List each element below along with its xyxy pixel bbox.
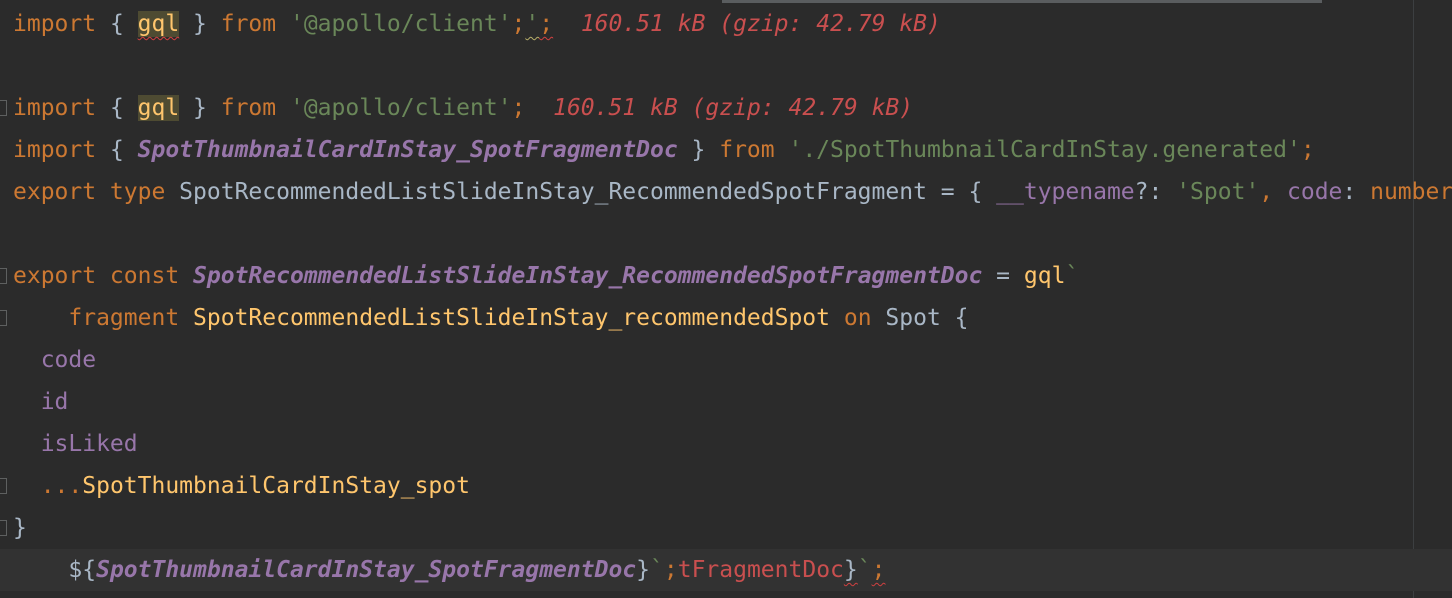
code-token: from [719, 137, 775, 163]
code-token: ; [1300, 137, 1315, 163]
code-token: , [1259, 179, 1274, 205]
code-token: ` [650, 557, 664, 583]
code-token: gql [1023, 263, 1066, 289]
code-token: } [179, 95, 221, 121]
code-token: ${ [13, 557, 97, 583]
code-token: SpotRecommendedListSlideInStay_recommend… [193, 305, 831, 331]
code-token: = [982, 263, 1024, 289]
code-token: ' [525, 11, 540, 37]
code-token: } [677, 137, 720, 163]
code-token: } [13, 515, 27, 541]
code-token: export type [13, 179, 166, 205]
code-line[interactable]: isLiked [0, 423, 1452, 465]
code-token: 'Spot' [1176, 179, 1260, 205]
code-token: ; [871, 557, 886, 583]
code-token: ; [663, 557, 678, 583]
code-token: ; [511, 11, 526, 37]
code-line[interactable]: ${SpotThumbnailCardInStay_SpotFragmentDo… [0, 549, 1452, 591]
code-token: ?: [1134, 179, 1177, 205]
code-token: 160.51 kB (gzip: 42.79 kB) [525, 95, 914, 121]
code-line[interactable]: ...SpotThumbnailCardInStay_spot [0, 465, 1452, 507]
code-token: isLiked [13, 431, 138, 457]
code-token: } [179, 11, 221, 37]
code-token: '@apollo/client' [289, 95, 512, 121]
fold-marker-icon[interactable] [0, 100, 7, 116]
fold-marker-icon[interactable] [0, 268, 7, 284]
code-token: ` [1065, 263, 1080, 289]
code-line[interactable]: } [0, 507, 1452, 549]
code-token: { [96, 11, 138, 37]
code-line[interactable]: import { gql } from '@apollo/client'; 16… [0, 87, 1452, 129]
code-editor[interactable]: import { gql } from '@apollo/client';'; … [0, 3, 1452, 591]
code-token: id [13, 389, 69, 415]
code-token: ... [13, 473, 83, 499]
code-line[interactable] [0, 45, 1452, 87]
code-token: '@apollo/client' [289, 11, 512, 37]
code-token: import [13, 137, 97, 163]
code-token: import [13, 95, 97, 121]
code-token: ; [539, 11, 554, 37]
code-token: __typename [996, 179, 1135, 205]
code-line[interactable]: code [0, 339, 1452, 381]
code-token: on [843, 305, 872, 331]
code-token: } [636, 557, 650, 583]
code-token: SpotThumbnailCardInStay_SpotFragmentDoc [137, 137, 678, 163]
code-token: Spot { [871, 305, 969, 331]
code-token: from [220, 95, 277, 121]
code-token: { [96, 95, 138, 121]
code-token: SpotThumbnailCardInStay_spot [82, 473, 470, 499]
code-token: fragment [13, 305, 180, 331]
code-line[interactable]: export type SpotRecommendedListSlideInSt… [0, 171, 1452, 213]
fold-marker-icon[interactable] [0, 478, 7, 494]
code-line[interactable]: id [0, 381, 1452, 423]
code-token: } [843, 557, 858, 583]
code-line[interactable]: export const SpotRecommendedListSlideInS… [0, 255, 1452, 297]
code-token: import [13, 11, 97, 37]
code-token: SpotRecommendedListSlideInStay_Recommend… [193, 263, 983, 289]
code-token: { [96, 137, 138, 163]
code-token: SpotRecommendedListSlideInStay_Recommend… [165, 179, 997, 205]
code-token: SpotThumbnailCardInStay_SpotFragmentDoc [96, 557, 637, 583]
code-line[interactable] [0, 213, 1452, 255]
fold-marker-icon[interactable] [0, 310, 7, 326]
code-token: ` [857, 557, 872, 583]
fold-marker-icon[interactable] [0, 520, 7, 536]
code-token: ; [511, 95, 526, 121]
code-line[interactable]: import { gql } from '@apollo/client';'; … [0, 3, 1452, 45]
code-token: export const [13, 263, 180, 289]
code-token: 160.51 kB (gzip: 42.79 kB) [553, 11, 941, 37]
code-line[interactable]: import { SpotThumbnailCardInStay_SpotFra… [0, 129, 1452, 171]
code-token: number [1370, 179, 1452, 205]
code-token: gql [137, 95, 180, 121]
code-token: code [13, 347, 97, 373]
code-token: code [1287, 179, 1343, 205]
code-token: tFragmentDoc [677, 557, 844, 583]
code-line[interactable]: fragment SpotRecommendedListSlideInStay_… [0, 297, 1452, 339]
code-token: './SpotThumbnailCardInStay.generated' [788, 137, 1301, 163]
code-token: gql [137, 11, 180, 37]
code-token: from [220, 11, 277, 37]
code-token: : [1342, 179, 1371, 205]
